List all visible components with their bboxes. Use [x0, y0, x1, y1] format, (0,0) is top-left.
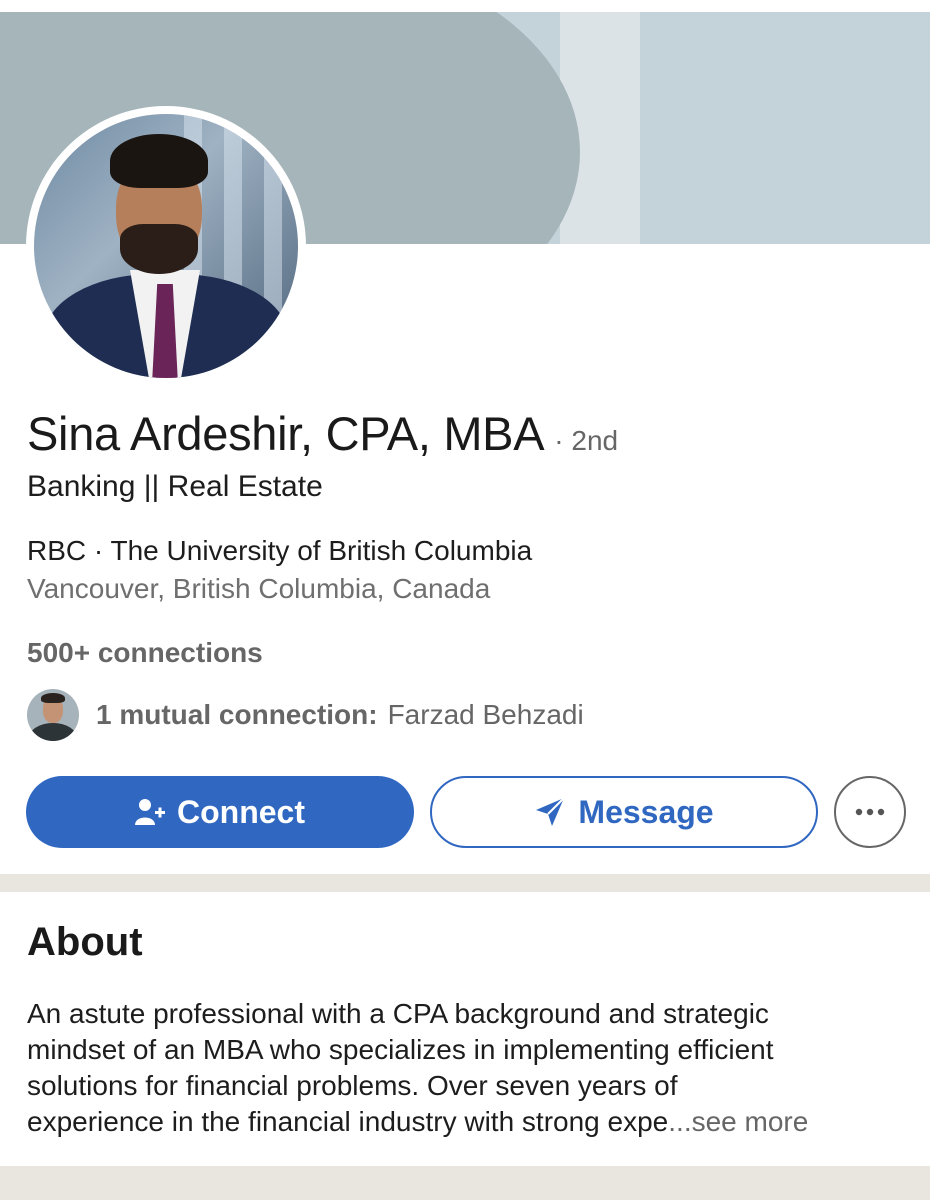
connect-button[interactable]: Connect: [26, 776, 414, 848]
about-section-title: About: [27, 920, 143, 964]
about-line-last: experience in the financial industry wit…: [27, 1104, 912, 1140]
section-divider: [0, 874, 930, 892]
about-section-text: An astute professional with a CPA backgr…: [27, 996, 912, 1140]
connections-count[interactable]: 500+ connections: [27, 637, 263, 669]
connection-degree: · 2nd: [554, 425, 619, 456]
connect-button-label: Connect: [177, 793, 305, 830]
mutual-connection-label: 1 mutual connection:: [96, 699, 378, 730]
profile-location: Vancouver, British Columbia, Canada: [27, 573, 491, 604]
profile-headline: Banking || Real Estate: [27, 470, 323, 503]
about-line: experience in the financial industry wit…: [27, 1106, 669, 1137]
mutual-connection-avatar: [27, 689, 79, 741]
about-line: An astute professional with a CPA backgr…: [27, 998, 769, 1029]
mutual-connection-name: Farzad Behzadi: [387, 699, 584, 730]
profile-name-row: Sina Ardeshir, CPA, MBA · 2nd: [27, 406, 618, 461]
send-icon: [536, 797, 566, 826]
more-horizontal-icon: [855, 808, 885, 816]
profile-photo[interactable]: [26, 106, 306, 386]
profile-company-school[interactable]: RBC · The University of British Columbia: [27, 535, 532, 567]
about-line: mindset of an MBA who specializes in imp…: [27, 1034, 774, 1065]
photo-beard: [120, 224, 198, 274]
message-button[interactable]: Message: [430, 776, 818, 848]
profile-name: Sina Ardeshir, CPA, MBA: [27, 407, 545, 460]
photo-hair: [110, 134, 208, 188]
about-line: solutions for financial problems. Over s…: [27, 1070, 678, 1101]
mini-suit: [29, 723, 77, 741]
profile-photo-image: [34, 114, 298, 378]
mini-hair: [41, 693, 65, 703]
message-button-label: Message: [578, 793, 714, 830]
see-more-link[interactable]: ...see more: [668, 1106, 808, 1137]
top-strip: [0, 0, 930, 12]
mutual-connections[interactable]: 1 mutual connection: Farzad Behzadi: [27, 689, 584, 741]
section-divider: [0, 1166, 930, 1200]
add-person-icon: [135, 799, 165, 825]
more-actions-button[interactable]: [834, 776, 906, 848]
